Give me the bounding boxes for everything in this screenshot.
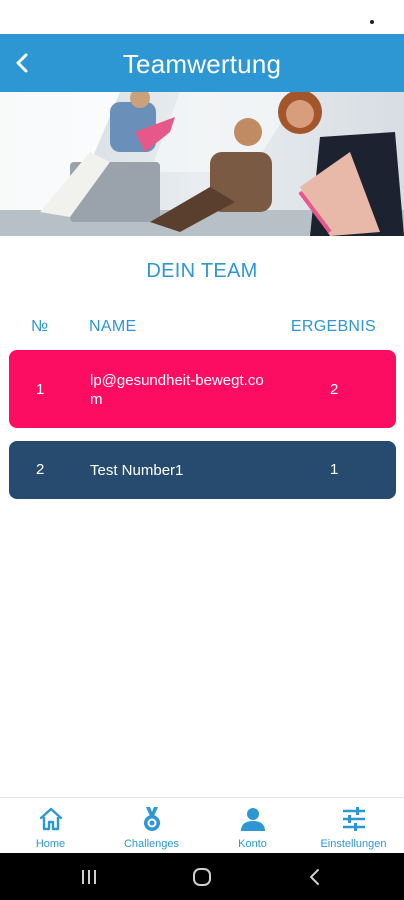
column-header-result: ERGEBNIS bbox=[290, 318, 376, 335]
system-navigation-bar bbox=[0, 853, 404, 900]
nav-label-konto: Konto bbox=[238, 838, 267, 850]
recent-apps-icon bbox=[82, 869, 96, 884]
nav-item-challenges[interactable]: Challenges bbox=[101, 798, 202, 854]
column-header-name: NAME bbox=[89, 318, 137, 335]
team-row[interactable]: 2 Test Number1 1 bbox=[9, 441, 396, 499]
home-system-button[interactable] bbox=[162, 853, 242, 900]
nav-item-einstellungen[interactable]: Einstellungen bbox=[303, 798, 404, 854]
app-header: Teamwertung bbox=[0, 34, 404, 92]
medal-icon bbox=[143, 807, 160, 831]
back-arrow-icon bbox=[310, 868, 319, 885]
person-icon bbox=[240, 808, 265, 831]
recent-apps-button[interactable] bbox=[49, 853, 129, 900]
column-header-number: № bbox=[31, 318, 49, 335]
hero-image bbox=[0, 92, 404, 236]
home-icon bbox=[39, 807, 62, 831]
nav-item-home[interactable]: Home bbox=[0, 798, 101, 854]
row-rank: 2 bbox=[36, 461, 45, 478]
bottom-navigation: Home Challenges Konto Einstellungen bbox=[0, 797, 404, 853]
row-score: 1 bbox=[330, 461, 339, 478]
status-indicator-icon bbox=[370, 20, 374, 24]
circle-home-icon bbox=[193, 867, 211, 886]
nav-item-konto[interactable]: Konto bbox=[202, 798, 303, 854]
row-score: 2 bbox=[330, 381, 339, 398]
row-rank: 1 bbox=[36, 381, 45, 398]
sliders-icon bbox=[342, 807, 365, 831]
section-title: DEIN TEAM bbox=[146, 260, 258, 282]
row-name: lp@gesundheit-bewegt.com bbox=[90, 372, 264, 408]
nav-label-challenges: Challenges bbox=[123, 838, 180, 850]
nav-label-home: Home bbox=[35, 838, 66, 850]
status-bar bbox=[0, 0, 404, 34]
page-title: Teamwertung bbox=[122, 49, 282, 79]
team-row[interactable]: 1 lp@gesundheit-bewegt.com 2 bbox=[9, 350, 396, 428]
nav-label-einstellungen: Einstellungen bbox=[320, 838, 387, 850]
row-name: Test Number1 bbox=[90, 462, 184, 479]
system-back-button[interactable] bbox=[275, 853, 355, 900]
